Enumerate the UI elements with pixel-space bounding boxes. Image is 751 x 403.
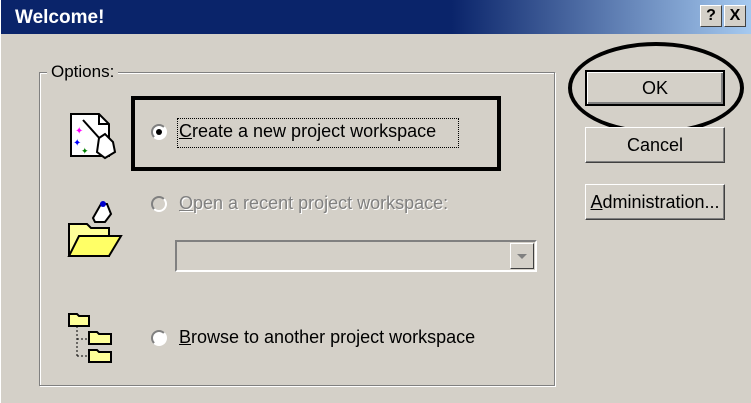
combo-dropdown-arrow[interactable] [510,243,534,269]
svg-text:✦: ✦ [75,126,83,137]
open-folder-hand-icon [67,201,123,257]
browse-workspace-label[interactable]: Browse to another project workspace [179,327,475,348]
svg-text:✦: ✦ [81,147,89,157]
open-recent-radio[interactable] [151,196,167,212]
folder-tree-icon [68,313,112,363]
recent-workspace-combo[interactable] [175,240,537,272]
window-title: Welcome! [15,7,105,28]
welcome-dialog: Welcome! ? X Options: ✦ ✦ ✦ Create a new… [0,0,751,403]
open-recent-label: Open a recent project workspace: [179,193,449,213]
annotation-highlight-box [131,96,501,171]
ok-button[interactable]: OK [585,70,725,106]
new-workspace-wand-icon: ✦ ✦ ✦ [70,113,117,160]
browse-workspace-radio[interactable] [151,330,167,346]
cancel-button[interactable]: Cancel [585,127,725,163]
administration-button[interactable]: Administration... [585,184,725,220]
help-button[interactable]: ? [700,5,722,27]
close-button[interactable]: X [724,5,746,27]
title-bar[interactable]: Welcome! ? X [1,0,751,34]
options-legend: Options: [47,62,119,82]
